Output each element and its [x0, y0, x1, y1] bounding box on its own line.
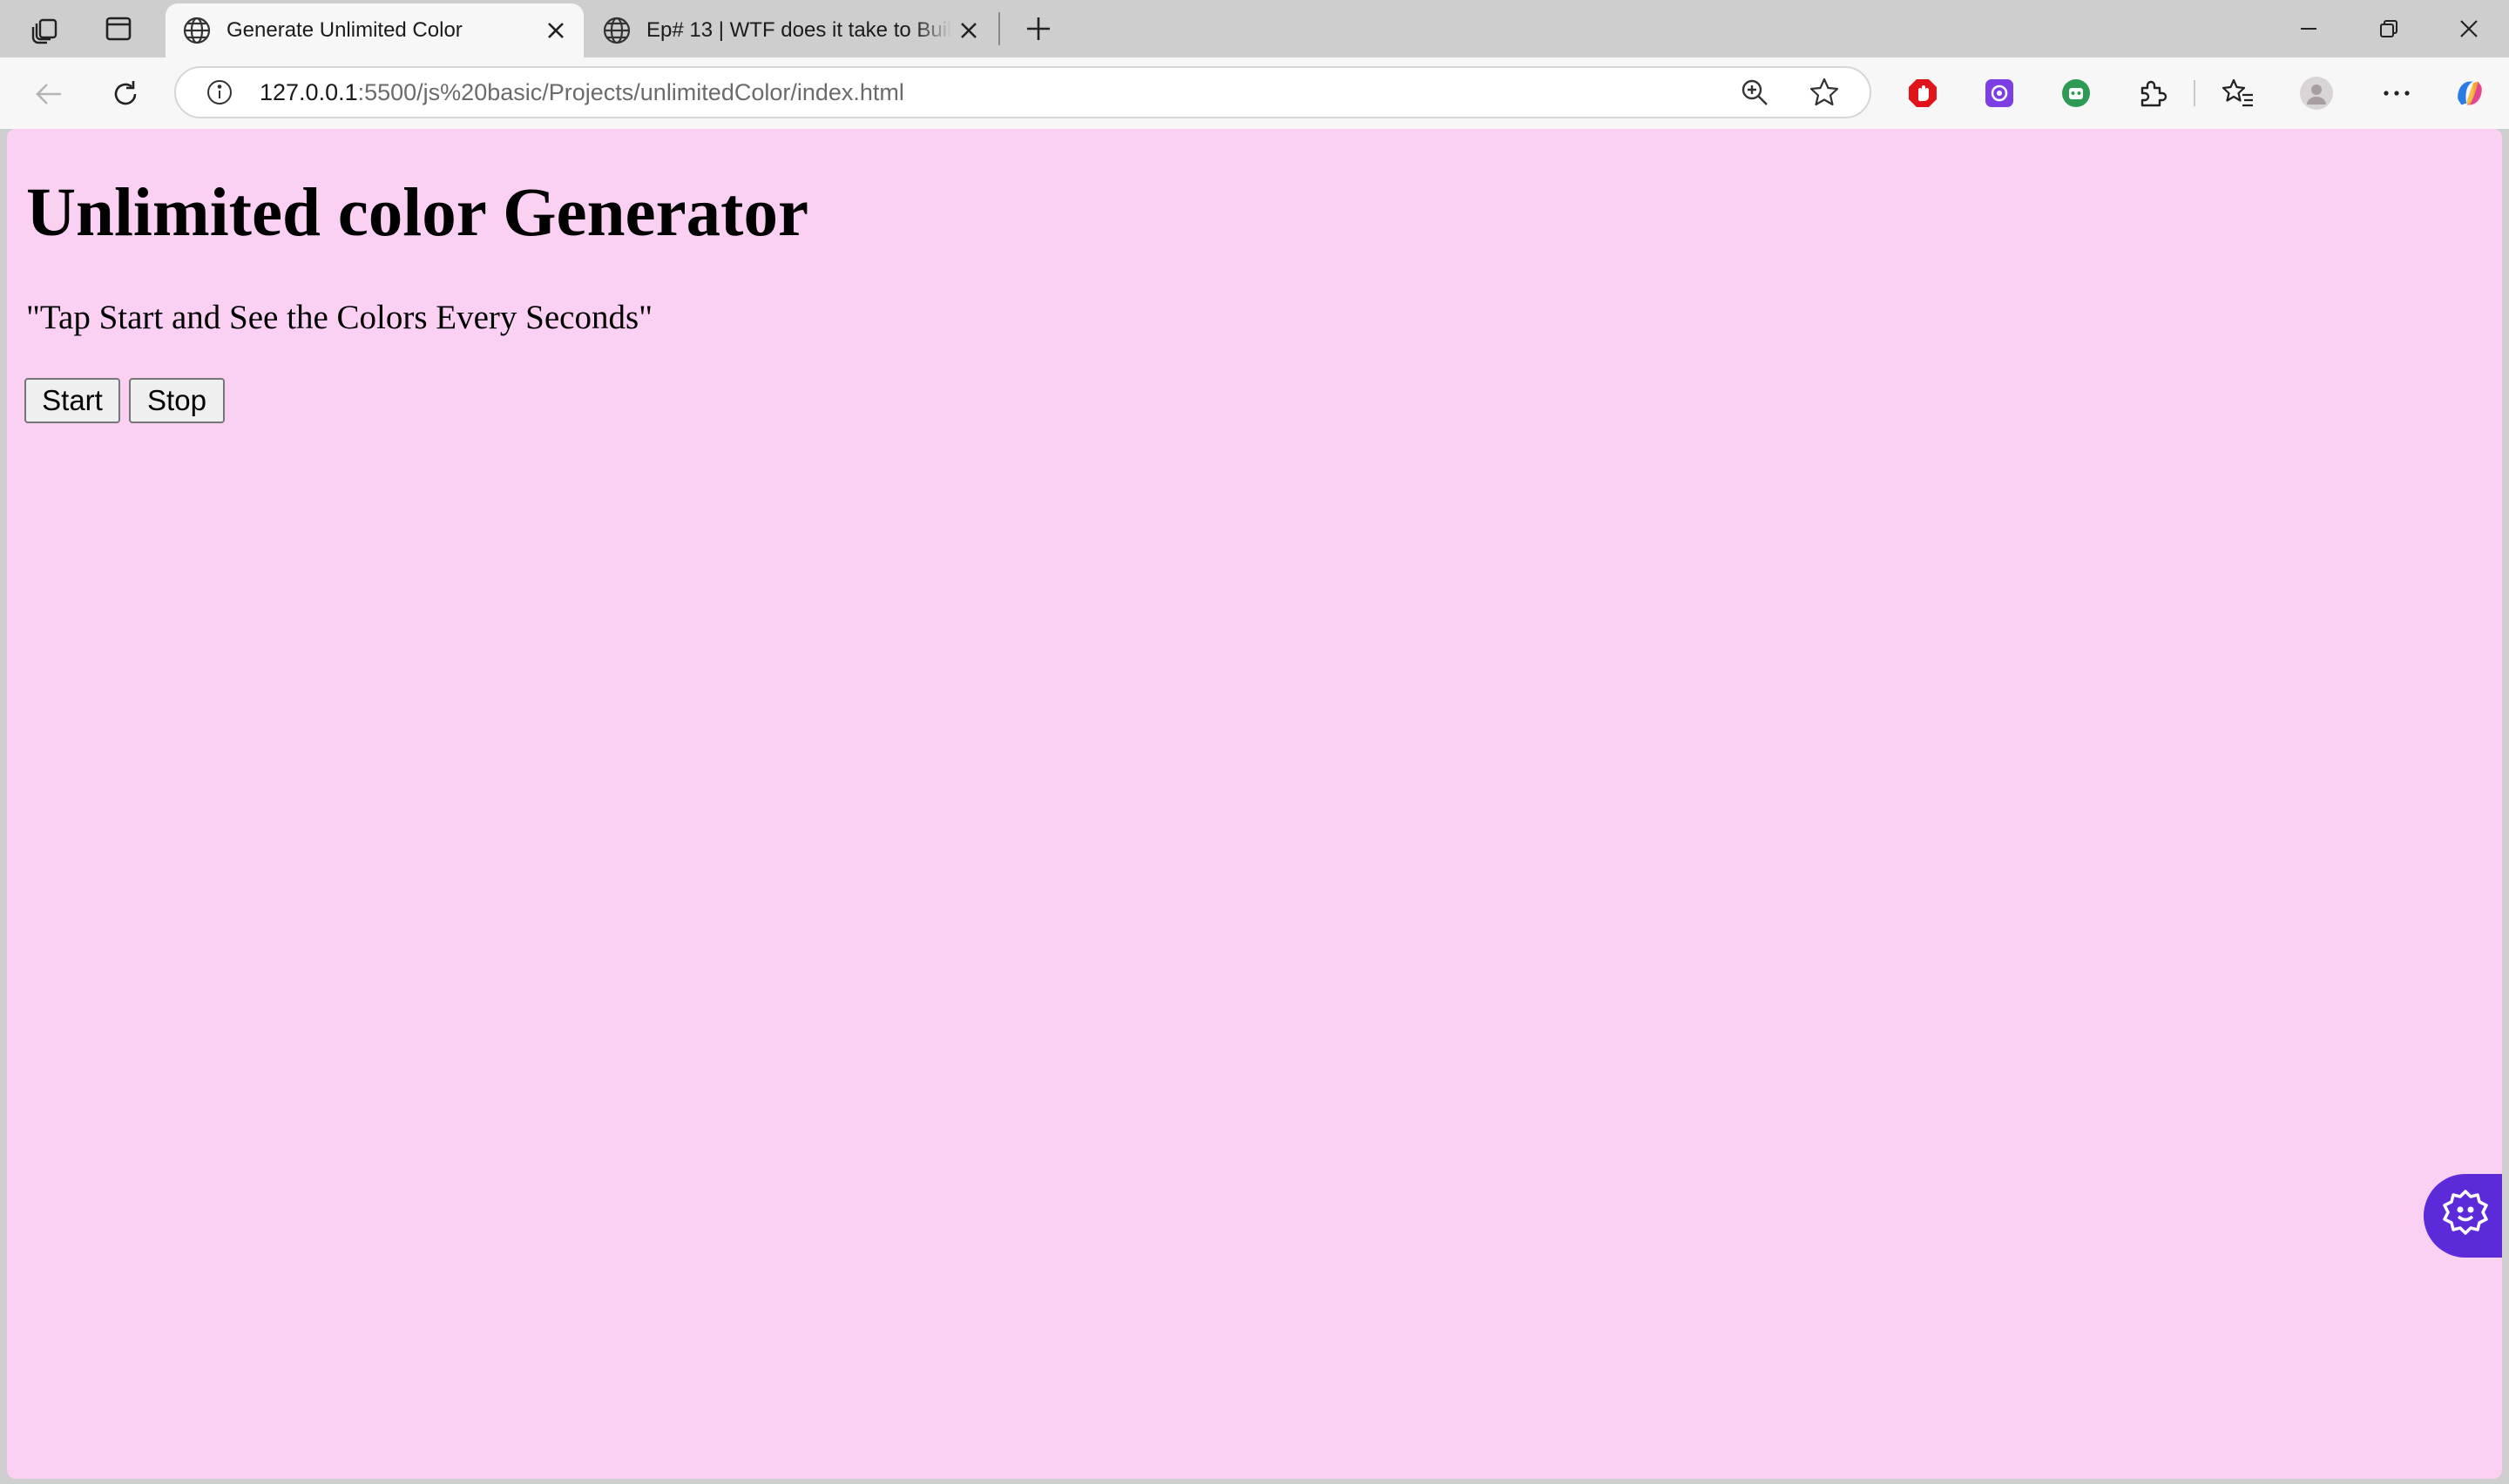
- purple-extension-icon[interactable]: [1981, 75, 2018, 111]
- vertical-tabs-icon[interactable]: [94, 9, 143, 49]
- url-path: :5500/js%20basic/Projects/unlimitedColor…: [357, 79, 904, 105]
- adblock-extension-icon[interactable]: [1904, 75, 1941, 111]
- profile-avatar[interactable]: [2298, 75, 2335, 111]
- tab-strip: Generate Unlimited Color Ep# 13 | WTF do…: [0, 0, 2509, 57]
- url-host: 127.0.0.1: [260, 79, 358, 105]
- page-instructions: "Tap Start and See the Colors Every Seco…: [26, 299, 653, 336]
- start-button[interactable]: Start: [24, 378, 120, 423]
- favorite-star-icon[interactable]: [1805, 73, 1843, 111]
- restore-button[interactable]: [2363, 7, 2415, 51]
- smiley-badge-icon: [2439, 1188, 2492, 1245]
- page-viewport: Unlimited color Generator "Tap Start and…: [7, 129, 2502, 1479]
- zoom-icon[interactable]: [1735, 73, 1774, 111]
- minimize-button[interactable]: [2282, 7, 2335, 51]
- close-icon[interactable]: [951, 13, 986, 48]
- copilot-icon[interactable]: [2452, 75, 2488, 111]
- tab-title: Generate Unlimited Color: [227, 18, 463, 42]
- tab-separator: [998, 12, 1000, 45]
- url-text[interactable]: 127.0.0.1:5500/js%20basic/Projects/unlim…: [260, 68, 904, 117]
- close-icon[interactable]: [538, 13, 573, 48]
- tab-title: Ep# 13 | WTF does it take to Build: [646, 18, 951, 42]
- site-info-icon[interactable]: [200, 73, 239, 111]
- extensions-puzzle-icon[interactable]: [2134, 75, 2171, 111]
- tab-generate-unlimited-color[interactable]: Generate Unlimited Color: [166, 3, 584, 57]
- close-window-button[interactable]: [2443, 7, 2495, 51]
- floating-assistant-button[interactable]: [2424, 1174, 2502, 1258]
- refresh-icon[interactable]: [105, 73, 146, 115]
- more-options-icon[interactable]: [2378, 75, 2415, 111]
- globe-icon: [181, 15, 213, 46]
- stop-button[interactable]: Stop: [129, 378, 225, 423]
- workspaces-icon[interactable]: [21, 9, 70, 49]
- tab-ep13[interactable]: Ep# 13 | WTF does it take to Build: [585, 3, 997, 57]
- toolbar-divider: [2194, 80, 2195, 106]
- green-extension-icon[interactable]: [2058, 75, 2094, 111]
- browser-toolbar: 127.0.0.1:5500/js%20basic/Projects/unlim…: [0, 57, 2509, 129]
- globe-icon: [601, 15, 632, 46]
- favorites-icon[interactable]: [2220, 75, 2256, 111]
- back-arrow-icon[interactable]: [28, 73, 70, 115]
- address-bar[interactable]: 127.0.0.1:5500/js%20basic/Projects/unlim…: [174, 66, 1871, 118]
- page-title: Unlimited color Generator: [26, 175, 809, 251]
- new-tab-button[interactable]: [1014, 9, 1063, 49]
